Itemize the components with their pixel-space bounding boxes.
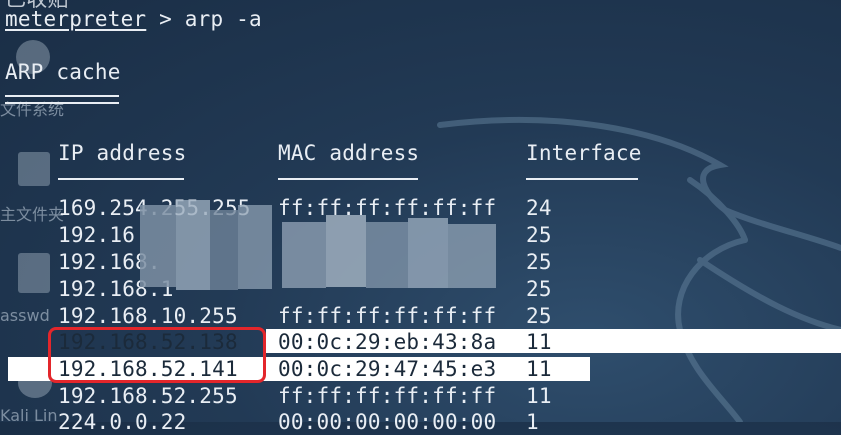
row-interface: 11 [526, 384, 552, 408]
row-interface: 1 [526, 410, 539, 434]
row-mac: 00:00:00:00:00:00 [278, 410, 497, 434]
row-ip: 192.168.52.255 [58, 384, 238, 408]
header-mac-underline [278, 178, 418, 180]
header-mac: MAC address [278, 141, 420, 165]
command-line: meterpreter > arp -a [5, 6, 262, 32]
row-interface: 25 [526, 277, 552, 301]
row-interface: 25 [526, 223, 552, 247]
header-ip-underline [58, 178, 184, 180]
row-mac: 00:0c:29:47:45:e3 [278, 357, 497, 381]
row-ip: 192.168.10.255 [58, 304, 238, 328]
row-interface: 11 [526, 357, 552, 381]
row-ip: 224.0.0.22 [58, 410, 187, 434]
row-interface: 25 [526, 250, 552, 274]
highlight-box [48, 327, 266, 383]
section-title: ARP cache [5, 60, 121, 84]
row-interface: 25 [526, 304, 552, 328]
row-mac: ff:ff:ff:ff:ff:ff [278, 196, 497, 220]
command-text: > arp -a [146, 7, 262, 31]
row-mac: ff:ff:ff:ff:ff:ff [278, 304, 497, 328]
header-interface-underline [526, 178, 638, 180]
row-mac: ff:ff:ff:ff:ff:ff [278, 384, 497, 408]
row-interface: 24 [526, 196, 552, 220]
header-ip: IP address [58, 141, 187, 165]
prompt-user: meterpreter [5, 7, 147, 31]
header-interface: Interface [526, 141, 642, 165]
row-mac: 00:0c:29:eb:43:8a [278, 330, 497, 354]
row-ip: 192.16 [58, 223, 136, 247]
row-interface: 11 [526, 330, 552, 354]
title-underline [5, 95, 119, 104]
